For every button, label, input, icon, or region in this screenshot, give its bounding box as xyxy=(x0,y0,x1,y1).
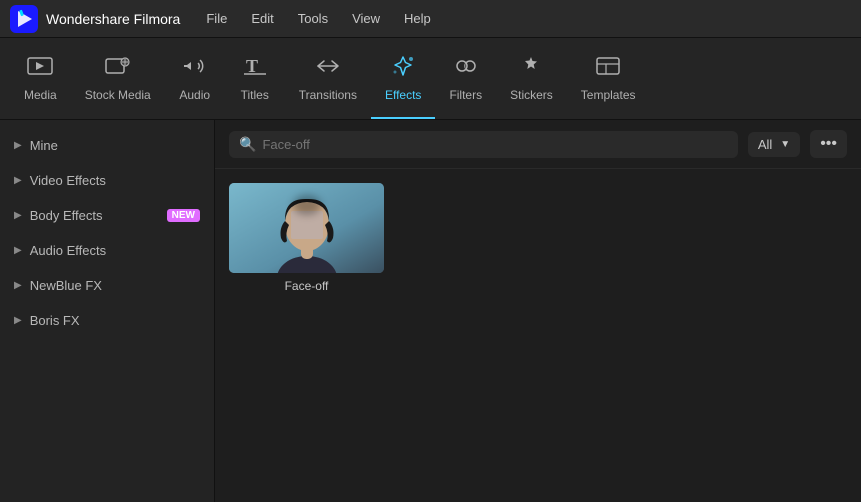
effect-name-face-off: Face-off xyxy=(285,279,329,293)
transitions-label: Transitions xyxy=(299,88,357,102)
menu-edit[interactable]: Edit xyxy=(241,7,283,30)
filters-label: Filters xyxy=(449,88,482,102)
menu-help[interactable]: Help xyxy=(394,7,441,30)
toolbar-audio[interactable]: Audio xyxy=(165,38,225,119)
chevron-right-icon: ▶ xyxy=(14,140,22,151)
search-bar: 🔍 All ▼ ••• xyxy=(215,120,861,169)
effects-icon xyxy=(389,54,417,83)
face-off-image xyxy=(229,183,384,273)
toolbar-stock-media[interactable]: Stock Media xyxy=(71,38,165,119)
templates-label: Templates xyxy=(581,88,636,102)
sidebar: ▶ Mine ▶ Video Effects ▶ Body Effects NE… xyxy=(0,120,215,502)
toolbar-effects[interactable]: Effects xyxy=(371,38,435,119)
app-logo-icon xyxy=(10,5,38,33)
new-badge: NEW xyxy=(167,209,200,222)
chevron-right-icon-2: ▶ xyxy=(14,175,22,186)
effect-thumbnail-face-off xyxy=(229,183,384,273)
chevron-right-icon-3: ▶ xyxy=(14,210,22,221)
audio-icon xyxy=(181,54,209,83)
search-input-wrapper[interactable]: 🔍 xyxy=(229,131,738,158)
app-name: Wondershare Filmora xyxy=(46,11,180,27)
more-icon: ••• xyxy=(820,135,837,153)
titles-label: Titles xyxy=(241,88,269,102)
toolbar: Media Stock Media Audio T T xyxy=(0,38,861,120)
content-area: 🔍 All ▼ ••• xyxy=(215,120,861,502)
sidebar-item-boris-fx[interactable]: ▶ Boris FX xyxy=(0,303,214,338)
effect-card-face-off[interactable]: Face-off xyxy=(229,183,384,293)
sidebar-mine-label: Mine xyxy=(30,138,200,153)
audio-label: Audio xyxy=(179,88,210,102)
sidebar-newblue-label: NewBlue FX xyxy=(30,278,200,293)
transitions-icon xyxy=(314,54,342,83)
chevron-right-icon-4: ▶ xyxy=(14,245,22,256)
stickers-icon xyxy=(517,54,545,83)
sidebar-boris-label: Boris FX xyxy=(30,313,200,328)
media-label: Media xyxy=(24,88,57,102)
filter-label: All xyxy=(758,137,772,152)
chevron-right-icon-6: ▶ xyxy=(14,315,22,326)
sidebar-audio-effects-label: Audio Effects xyxy=(30,243,200,258)
filters-icon xyxy=(452,54,480,83)
stickers-label: Stickers xyxy=(510,88,553,102)
sidebar-item-audio-effects[interactable]: ▶ Audio Effects xyxy=(0,233,214,268)
filter-dropdown[interactable]: All ▼ xyxy=(748,132,800,157)
search-input[interactable] xyxy=(262,137,727,152)
effects-grid: Face-off xyxy=(215,169,861,502)
chevron-down-icon: ▼ xyxy=(780,139,790,150)
sidebar-video-effects-label: Video Effects xyxy=(30,173,200,188)
main-area: ▶ Mine ▶ Video Effects ▶ Body Effects NE… xyxy=(0,120,861,502)
menu-view[interactable]: View xyxy=(342,7,390,30)
menu-tools[interactable]: Tools xyxy=(288,7,338,30)
sidebar-item-newblue-fx[interactable]: ▶ NewBlue FX xyxy=(0,268,214,303)
toolbar-filters[interactable]: Filters xyxy=(435,38,496,119)
toolbar-stickers[interactable]: Stickers xyxy=(496,38,567,119)
menu-bar: Wondershare Filmora File Edit Tools View… xyxy=(0,0,861,38)
toolbar-templates[interactable]: Templates xyxy=(567,38,650,119)
media-icon xyxy=(26,54,54,83)
chevron-right-icon-5: ▶ xyxy=(14,280,22,291)
toolbar-media[interactable]: Media xyxy=(10,38,71,119)
app-logo: Wondershare Filmora xyxy=(10,5,180,33)
effects-label: Effects xyxy=(385,88,421,102)
templates-icon xyxy=(594,54,622,83)
search-icon: 🔍 xyxy=(239,136,256,153)
menu-file[interactable]: File xyxy=(196,7,237,30)
sidebar-item-video-effects[interactable]: ▶ Video Effects xyxy=(0,163,214,198)
sidebar-body-effects-label: Body Effects xyxy=(30,208,159,223)
toolbar-transitions[interactable]: Transitions xyxy=(285,38,371,119)
more-options-button[interactable]: ••• xyxy=(810,130,847,158)
stock-media-icon xyxy=(104,54,132,83)
titles-icon: T xyxy=(241,54,269,83)
toolbar-titles[interactable]: T Titles xyxy=(225,38,285,119)
sidebar-item-mine[interactable]: ▶ Mine xyxy=(0,128,214,163)
svg-text:T: T xyxy=(246,56,258,76)
stock-media-label: Stock Media xyxy=(85,88,151,102)
sidebar-item-body-effects[interactable]: ▶ Body Effects NEW xyxy=(0,198,214,233)
